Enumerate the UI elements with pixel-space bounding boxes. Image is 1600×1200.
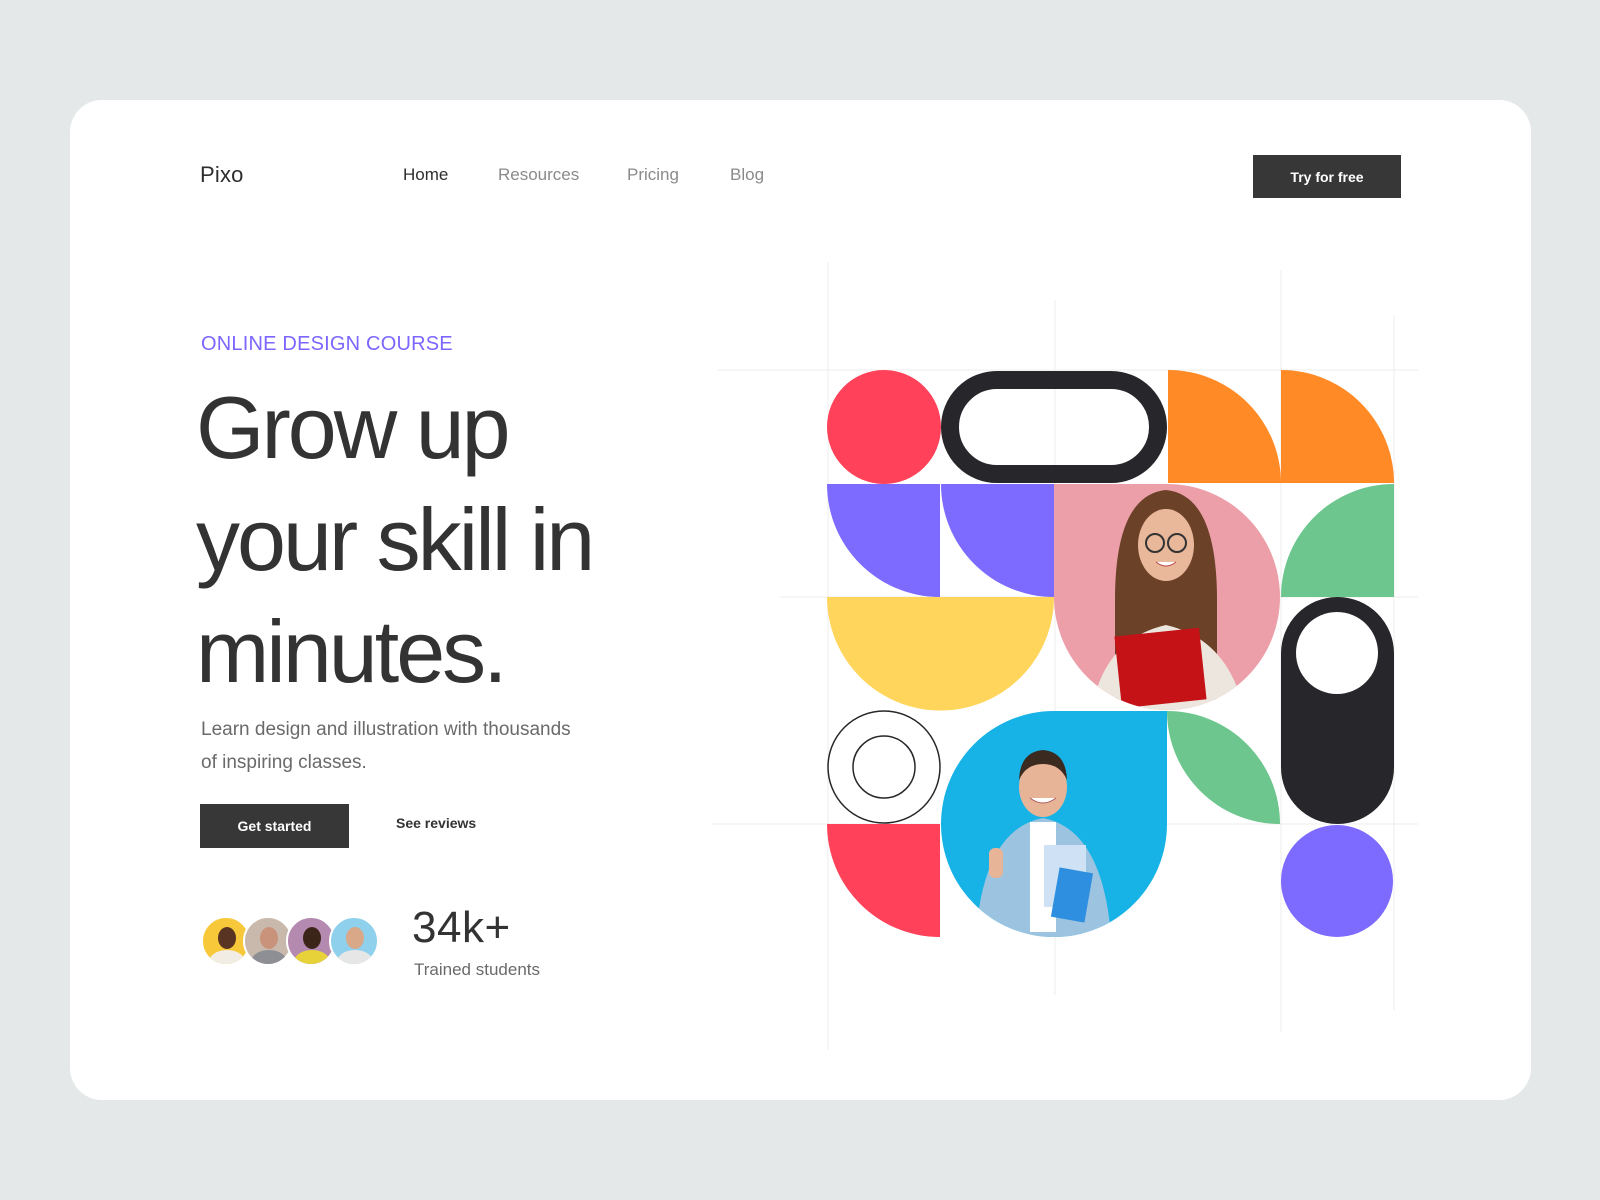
purple-quarter-1 — [827, 484, 940, 597]
student-photo-man — [941, 711, 1167, 937]
geometric-illustration — [712, 262, 1418, 1050]
outline-ring-outer — [827, 710, 941, 824]
purple-quarter-2 — [941, 484, 1054, 597]
green-leaf-bottom — [1167, 824, 1280, 937]
capsule-hole — [1296, 612, 1378, 694]
red-circle — [827, 370, 941, 484]
orange-quarter-2 — [1281, 370, 1394, 483]
yellow-half-circle — [827, 597, 1054, 711]
orange-quarter-1 — [1168, 370, 1281, 483]
green-leaf-top — [1167, 711, 1280, 824]
red-quarter-bottom — [827, 824, 940, 937]
outline-ring-inner — [852, 735, 916, 799]
purple-circle — [1281, 825, 1393, 937]
dark-pill-outline — [941, 371, 1167, 483]
green-quarter-top — [1281, 484, 1394, 597]
student-photo-woman — [1054, 484, 1280, 710]
